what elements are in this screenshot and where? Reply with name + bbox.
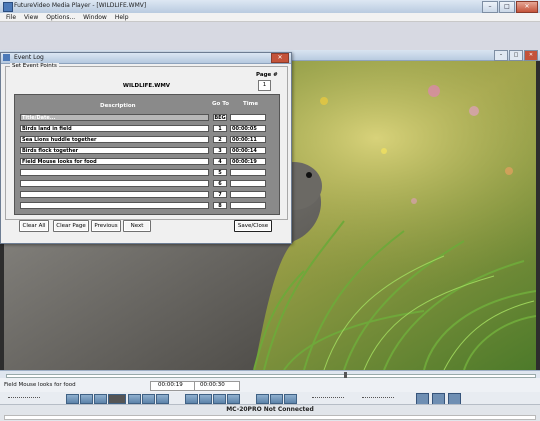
event-time-2[interactable]: 00:00:11 [230,136,266,143]
goto-button-7[interactable]: 7 [213,191,227,198]
page-number[interactable]: 1 [258,80,271,91]
goto-beg-button[interactable]: BEG [213,114,227,121]
transport-controls [0,392,540,405]
event-description-1[interactable]: Birds land in field [20,125,209,132]
maximize-button[interactable]: □ [499,1,515,13]
toolbar-area [0,22,540,50]
balance-slider[interactable] [362,397,394,400]
goto-icon[interactable] [227,394,240,404]
goto-button-4[interactable]: 4 [213,158,227,165]
forward-end-icon[interactable] [270,394,283,404]
play-icon[interactable] [108,394,126,404]
speed-slider[interactable] [312,397,344,400]
current-time: 00:00:19 [158,382,183,388]
video-maximize-button[interactable]: □ [509,50,523,61]
total-time: 00:00:30 [200,382,225,388]
rewind-start-icon[interactable] [66,394,79,404]
pause-icon[interactable] [128,394,141,404]
slow-icon[interactable] [284,394,297,404]
event-time-4[interactable]: 00:00:19 [230,158,266,165]
time-field-beg[interactable] [230,114,266,121]
title-date-text: Title/Date... [22,115,56,121]
connection-status: MC-20PRO Not Connected [226,406,314,413]
group-label: Set Event Points [10,63,59,69]
event-description-2[interactable]: Sea Lions huddle together [20,136,209,143]
event-time-1[interactable]: 00:00:05 [230,125,266,132]
event-description-4[interactable]: Field Mouse looks for food [20,158,209,165]
page-label: Page # [256,72,278,78]
connection-field [4,415,536,420]
close-button[interactable]: ✕ [516,1,538,13]
file-name: WILDLIFE.WMV [122,83,171,89]
event-description-5[interactable] [20,169,209,176]
stop-icon[interactable] [142,394,155,404]
event-description-7[interactable] [20,191,209,198]
fast-forward-icon[interactable] [256,394,269,404]
window-title: FutureVideo Media Player - [WILDLIFE.WMV… [14,2,147,9]
event-time-6[interactable] [230,180,266,187]
event-time-8[interactable] [230,202,266,209]
goto-button-3[interactable]: 3 [213,147,227,154]
step-forward-icon[interactable] [156,394,169,404]
app-icon [3,2,13,12]
dialog-icon [3,54,10,61]
volume-slider[interactable] [8,397,40,400]
clear-all-button[interactable]: Clear All [19,220,49,232]
goto-button-2[interactable]: 2 [213,136,227,143]
event-description-6[interactable] [20,180,209,187]
dialog-title: Event Log [14,54,44,61]
event-time-3[interactable]: 00:00:14 [230,147,266,154]
video-minimize-button[interactable]: – [494,50,508,61]
connection-bar: MC-20PRO Not Connected [0,404,540,421]
header-time: Time [243,101,259,107]
menu-view[interactable]: View [24,13,38,21]
event-time-7[interactable] [230,191,266,198]
menu-file[interactable]: File [6,13,16,21]
goto-button-6[interactable]: 6 [213,180,227,187]
event-points-group: Set Event Points WILDLIFE.WMV Page # 1 D… [5,63,288,220]
event-description-3[interactable]: Birds flock together [20,147,209,154]
minimize-button[interactable]: – [482,1,498,13]
goto-button-1[interactable]: 1 [213,125,227,132]
event-time-5[interactable] [230,169,266,176]
save-close-button[interactable]: Save/Close [234,220,272,232]
menu-window[interactable]: Window [83,13,107,21]
loop-icon[interactable] [213,394,226,404]
menu-help[interactable]: Help [115,13,129,21]
previous-button[interactable]: Previous [91,220,121,232]
status-row: Field Mouse looks for food 00:00:19 00:0… [0,378,540,392]
event-grid: Description Go To Time Title/Date... BEG… [14,94,280,215]
mark-in-icon[interactable] [185,394,198,404]
next-button[interactable]: Next [123,220,151,232]
video-close-button[interactable]: ✕ [524,50,538,61]
title-date-field[interactable]: Title/Date... [20,114,209,121]
menu-bar: File View Options... Window Help [0,13,540,22]
event-description-8[interactable] [20,202,209,209]
header-goto: Go To [212,101,230,107]
dialog-close-button[interactable]: ✕ [271,53,289,63]
header-description: Description [100,103,136,109]
mark-out-icon[interactable] [199,394,212,404]
goto-button-8[interactable]: 8 [213,202,227,209]
event-log-dialog: Event Log ✕ Set Event Points WILDLIFE.WM… [0,52,292,244]
menu-options[interactable]: Options... [46,13,75,21]
rewind-icon[interactable] [80,394,93,404]
goto-button-5[interactable]: 5 [213,169,227,176]
current-event-text: Field Mouse looks for food [4,382,76,388]
step-back-icon[interactable] [94,394,107,404]
clear-page-button[interactable]: Clear Page [53,220,89,232]
app-titlebar: FutureVideo Media Player - [WILDLIFE.WMV… [0,0,540,14]
